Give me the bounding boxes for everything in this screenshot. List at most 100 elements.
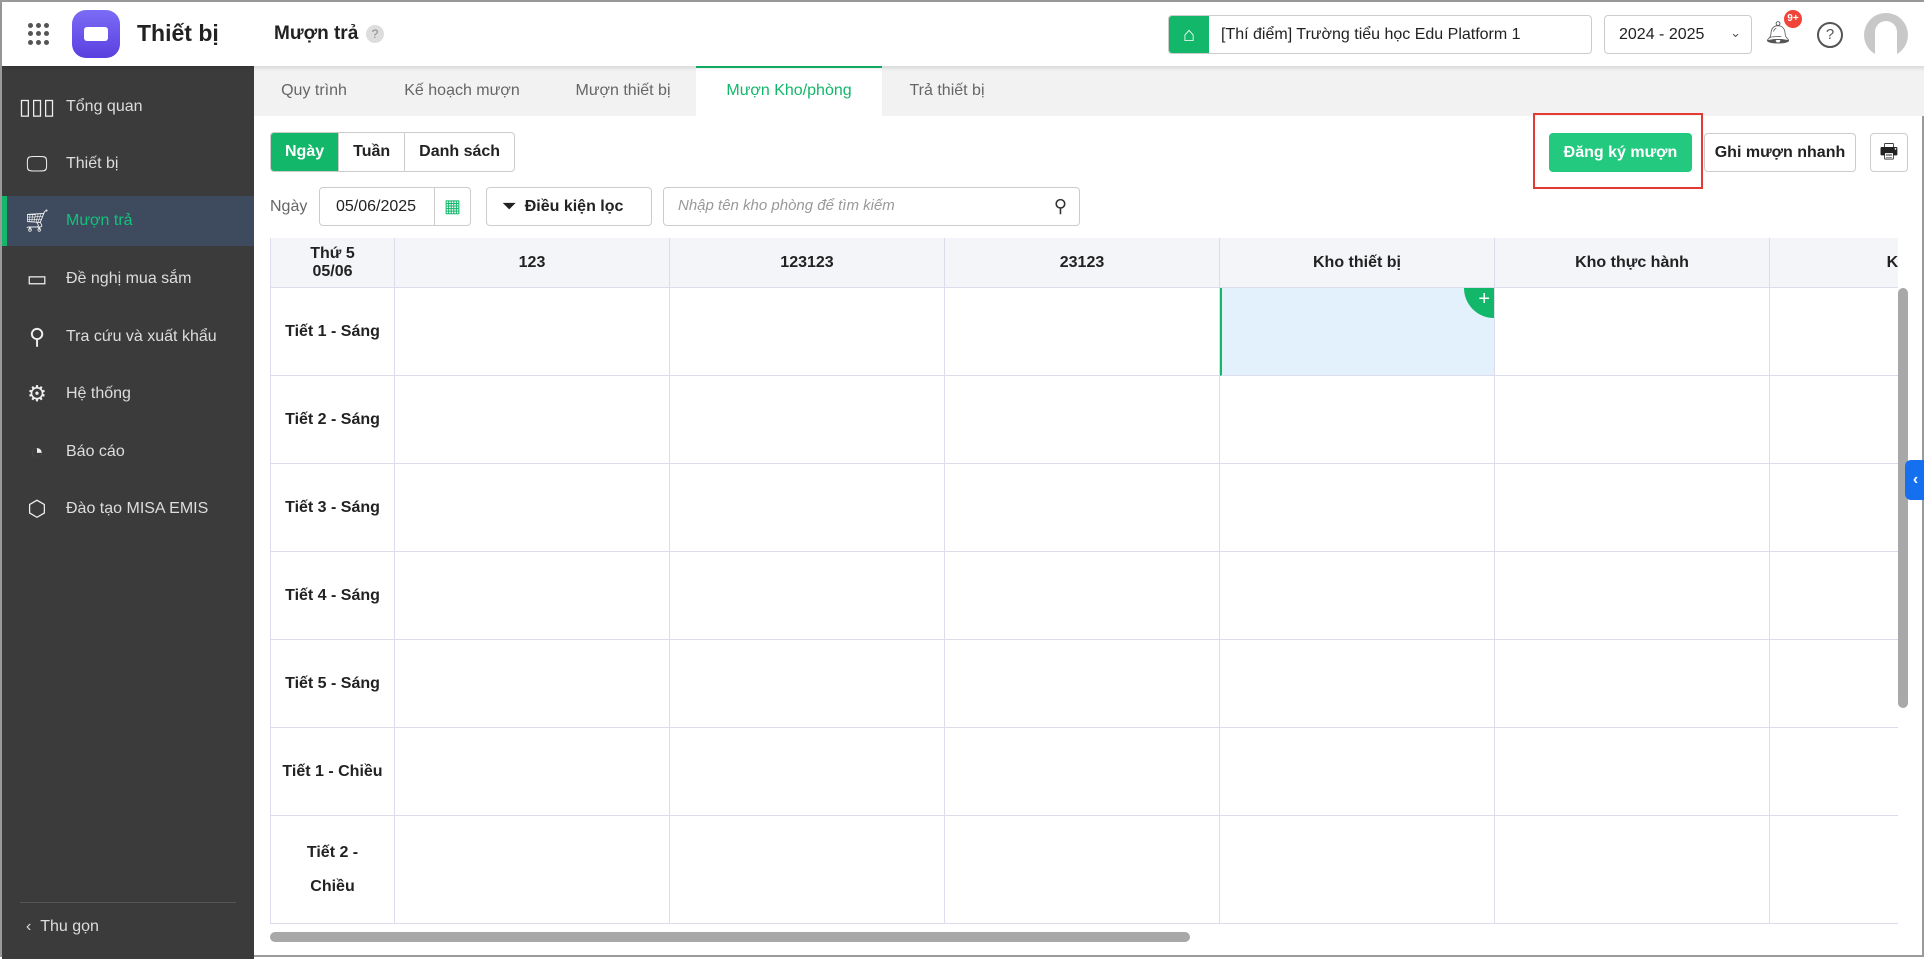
column-header: 123123 [670,238,945,288]
slot-cell[interactable] [1495,288,1770,376]
row-header: Tiết 1 - Chiều [270,728,395,816]
avatar[interactable] [1864,13,1908,57]
slot-cell[interactable] [670,728,945,816]
chevron-left-icon: ‹ [1912,471,1919,488]
sidebar-item-de-nghi-mua-sam[interactable]: ▭ Đề nghị mua sắm [2,254,254,304]
column-header: Kho thực hành [1495,238,1770,288]
slot-cell[interactable] [1220,464,1495,552]
sidebar: ▯▯▯ Tổng quan 🖵 Thiết bị 🛒︎ Mượn trả ▭ Đề ng… [2,66,254,959]
slot-cell[interactable] [670,816,945,924]
slot-cell[interactable] [1495,552,1770,640]
slot-cell[interactable] [1495,816,1770,924]
slot-cell[interactable] [945,552,1220,640]
filter-button[interactable]: ⏷ Điều kiện lọc [486,187,652,226]
help-icon[interactable]: ? [1817,22,1843,48]
slot-cell[interactable] [395,376,670,464]
sidebar-item-thiet-bi[interactable]: 🖵 Thiết bị [2,139,254,189]
sidebar-item-bao-cao[interactable]: ◔ Báo cáo [2,427,254,477]
slot-cell[interactable] [1495,728,1770,816]
sidebar-item-label: Báo cáo [66,443,125,460]
sidebar-item-tong-quan[interactable]: ▯▯▯ Tổng quan [2,82,254,132]
collapse-sidebar-button[interactable]: ‹ Thu gọn [26,918,99,936]
slot-cell[interactable] [395,816,670,924]
slot-cell[interactable] [1495,640,1770,728]
year-selector[interactable]: 2024 - 2025 ⌄ [1604,15,1752,54]
slot-cell[interactable] [1220,816,1495,924]
register-borrow-button[interactable]: Đăng ký mượn [1549,133,1692,172]
view-list-button[interactable]: Danh sách [405,133,514,171]
quick-borrow-button[interactable]: Ghi mượn nhanh [1704,133,1856,172]
date-value: 05/06/2025 [336,198,417,215]
cart-icon: 🛒︎ [23,208,51,233]
slot-cell[interactable] [945,728,1220,816]
slot-cell[interactable] [670,552,945,640]
tab-muon-thiet-bi[interactable]: Mượn thiết bị [550,66,696,116]
notification-badge: 9+ [1784,10,1802,28]
slot-cell[interactable] [1770,640,1898,728]
view-day-button[interactable]: Ngày [271,133,340,171]
slot-cell[interactable] [945,640,1220,728]
tab-muon-kho-phong[interactable]: Mượn Kho/phòng [696,66,882,116]
slot-cell[interactable] [670,464,945,552]
chevron-left-icon: ‹ [26,918,41,935]
slot-cell[interactable] [395,464,670,552]
sidebar-item-muon-tra[interactable]: 🛒︎ Mượn trả [2,196,254,246]
date-header: Thứ 5 05/06 [270,238,395,288]
slot-cell[interactable] [1770,816,1898,924]
filter-label: Điều kiện lọc [524,198,624,215]
slot-cell[interactable] [670,376,945,464]
search-input[interactable] [678,197,1038,214]
collapse-label: Thu gọn [40,918,99,935]
slot-cell[interactable] [1220,552,1495,640]
slot-cell[interactable] [395,288,670,376]
print-button[interactable]: 🖶 [1870,133,1908,172]
search-icon[interactable]: ⚲ [1054,196,1067,217]
slot-cell[interactable] [945,464,1220,552]
slot-cell[interactable] [670,640,945,728]
slot-cell[interactable] [1770,464,1898,552]
slot-cell[interactable] [670,288,945,376]
slot-cell[interactable] [1220,376,1495,464]
add-booking-icon[interactable]: + [1464,288,1494,318]
school-selector[interactable]: ⌂ [Thí điểm] Trường tiểu học Edu Platform… [1168,15,1592,54]
horizontal-scrollbar[interactable] [270,932,1190,942]
chevron-down-icon: ⌄ [1730,25,1741,40]
slot-cell[interactable] [1495,464,1770,552]
slot-cell[interactable] [1495,376,1770,464]
date-picker[interactable]: 05/06/2025 ▦ [319,187,471,226]
top-header: Thiết bị Mượn trả ? ⌂ [Thí điểm] Trường t… [2,2,1924,66]
view-week-button[interactable]: Tuần [339,133,406,171]
calendar-icon[interactable]: ▦ [434,188,470,225]
slot-cell[interactable] [395,728,670,816]
row-header: Tiết 3 - Sáng [270,464,395,552]
view-mode-switch: Ngày Tuần Danh sách [270,132,516,172]
row-header: Tiết 2 - Chiều [270,816,395,924]
slot-cell[interactable] [945,376,1220,464]
selected-slot-cell[interactable]: + [1220,288,1495,376]
page-title: Mượn trả [274,23,359,44]
search-icon: ⚲ [28,324,46,349]
slot-cell[interactable] [1770,288,1898,376]
slot-cell[interactable] [395,552,670,640]
slot-cell[interactable] [1770,552,1898,640]
slot-cell[interactable] [1770,376,1898,464]
slot-cell[interactable] [945,288,1220,376]
tab-tra-thiet-bi[interactable]: Trả thiết bị [882,66,1012,116]
slot-cell[interactable] [1220,728,1495,816]
slot-cell[interactable] [395,640,670,728]
sidebar-item-dao-tao[interactable]: ⬡ Đào tạo MISA EMIS [2,484,254,534]
slot-cell[interactable] [1220,640,1495,728]
column-header: Kho thiết bị [1220,238,1495,288]
sidebar-item-he-thong[interactable]: ⚙ Hệ thống [2,369,254,419]
app-grid-icon[interactable] [28,23,50,45]
row-header: Tiết 2 - Sáng [270,376,395,464]
sidebar-item-tra-cuu[interactable]: ⚲ Tra cứu và xuất khẩu [2,312,254,362]
tab-quy-trinh[interactable]: Quy trình [254,66,374,116]
app-name: Thiết bị [137,20,219,46]
side-panel-toggle[interactable]: ‹ [1905,460,1924,500]
page-help-icon[interactable]: ? [366,25,384,43]
slot-cell[interactable] [945,816,1220,924]
tab-ke-hoach-muon[interactable]: Kế hoạch mượn [382,66,542,116]
row-header: Tiết 1 - Sáng [270,288,395,376]
slot-cell[interactable] [1770,728,1898,816]
